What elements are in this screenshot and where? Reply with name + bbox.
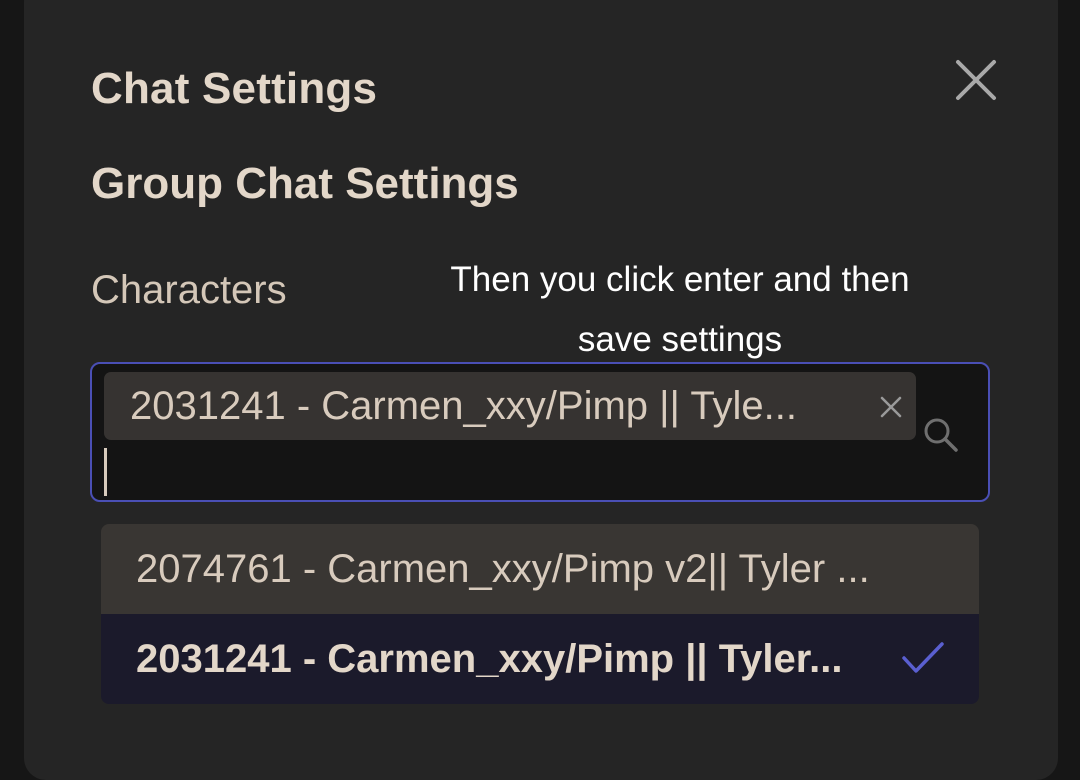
- close-icon: [956, 60, 996, 100]
- close-button[interactable]: [952, 56, 1000, 104]
- dropdown-option-selected[interactable]: 2031241 - Carmen_xxy/Pimp || Tyler...: [101, 614, 979, 704]
- search-icon[interactable]: [920, 414, 962, 456]
- option-label: 2031241 - Carmen_xxy/Pimp || Tyler...: [136, 636, 843, 681]
- section-title: Group Chat Settings: [91, 159, 519, 208]
- instruction-note: Then you click enter and then save setti…: [450, 260, 910, 359]
- characters-dropdown: 2074761 - Carmen_xxy/Pimp v2|| Tyler ...…: [101, 524, 979, 704]
- characters-label: Characters: [91, 268, 287, 312]
- close-icon: [880, 396, 902, 418]
- selected-character-chip: 2031241 - Carmen_xxy/Pimp || Tyle...: [104, 372, 916, 440]
- characters-select[interactable]: 2031241 - Carmen_xxy/Pimp || Tyle...: [90, 362, 990, 502]
- check-icon: [902, 642, 944, 673]
- dropdown-option[interactable]: 2074761 - Carmen_xxy/Pimp v2|| Tyler ...: [101, 524, 979, 614]
- option-label: 2074761 - Carmen_xxy/Pimp v2|| Tyler ...: [136, 546, 870, 591]
- chip-label: 2031241 - Carmen_xxy/Pimp || Tyle...: [130, 383, 798, 428]
- chip-remove-button[interactable]: [878, 394, 904, 420]
- modal-title: Chat Settings: [91, 64, 378, 113]
- text-cursor: [104, 448, 107, 496]
